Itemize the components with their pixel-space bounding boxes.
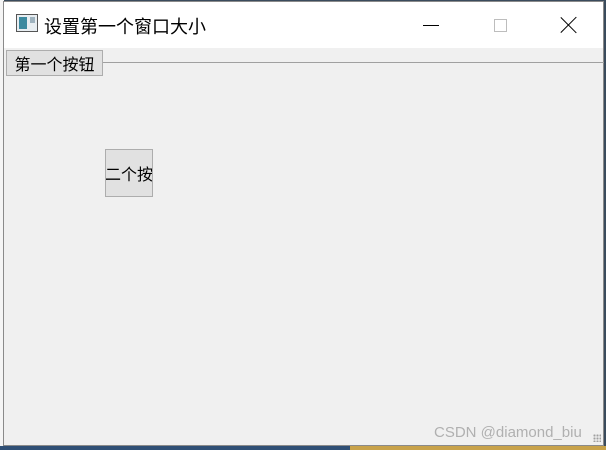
- title-bar[interactable]: 设置第一个窗口大小: [4, 2, 603, 48]
- maximize-icon: [493, 18, 507, 32]
- resize-grip-icon[interactable]: [593, 434, 601, 442]
- minimize-icon: [423, 24, 439, 26]
- close-button[interactable]: [546, 2, 592, 48]
- client-area: 第一个按钮 二个按 CSDN @diamond_biu: [4, 48, 604, 445]
- close-icon: [560, 16, 578, 34]
- maximize-button[interactable]: [477, 2, 523, 48]
- background-taskbar-strip-right: [350, 446, 606, 450]
- app-window-icon[interactable]: [16, 14, 38, 32]
- app-window: 设置第一个窗口大小 第一个按钮 二个按 CSDN @diamond_biu: [3, 1, 604, 446]
- watermark-text: CSDN @diamond_biu: [434, 424, 582, 441]
- second-button[interactable]: 二个按: [105, 149, 153, 197]
- second-button-label: 二个按: [105, 165, 153, 184]
- first-button[interactable]: 第一个按钮: [6, 50, 103, 76]
- horizontal-divider: [102, 62, 604, 63]
- window-title: 设置第一个窗口大小: [44, 17, 206, 38]
- minimize-button[interactable]: [408, 2, 454, 48]
